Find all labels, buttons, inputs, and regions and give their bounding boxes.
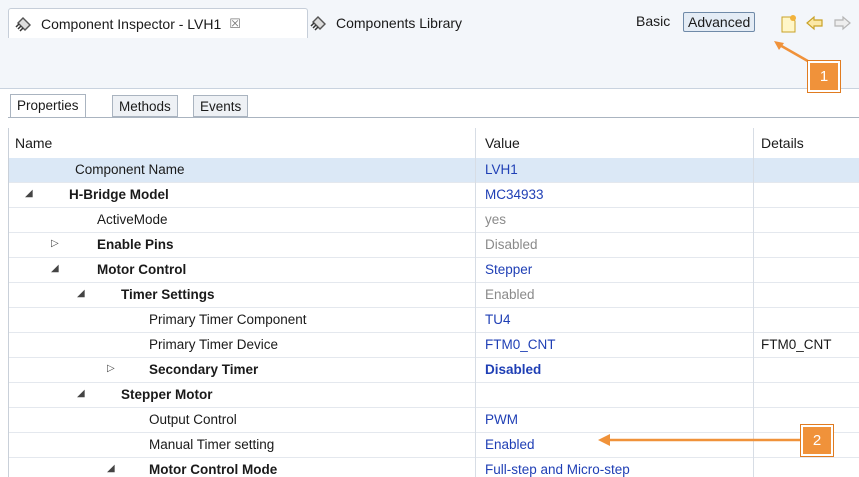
- collapse-icon[interactable]: ◢: [25, 188, 33, 199]
- collapse-icon[interactable]: ◢: [51, 263, 59, 274]
- collapse-icon[interactable]: ◢: [107, 463, 115, 474]
- property-name: Primary Timer Device: [149, 337, 279, 352]
- property-value[interactable]: Enabled: [485, 287, 535, 302]
- component-icon: [15, 16, 31, 32]
- property-name: Secondary Timer: [149, 362, 259, 377]
- property-name: ActiveMode: [97, 212, 168, 227]
- tab-component-inspector[interactable]: Component Inspector - LVH1 ☒: [8, 8, 308, 38]
- property-name: Enable Pins: [97, 237, 174, 252]
- table-row[interactable]: ◢ Timer Settings Enabled: [9, 283, 859, 308]
- new-file-icon[interactable]: [780, 14, 798, 34]
- property-name: Output Control: [149, 412, 237, 427]
- property-name: Primary Timer Component: [149, 312, 307, 327]
- property-name: Manual Timer setting: [149, 437, 275, 452]
- library-icon: [310, 16, 326, 31]
- property-value[interactable]: FTM0_CNT: [485, 337, 556, 352]
- view-tab-bar: Component Inspector - LVH1 ☒ Components …: [0, 0, 859, 92]
- property-value[interactable]: Disabled: [485, 237, 538, 252]
- property-value[interactable]: LVH1: [485, 162, 518, 177]
- table-header: Name Value Details: [9, 128, 859, 159]
- tab-methods[interactable]: Methods: [112, 95, 178, 117]
- property-name: Stepper Motor: [121, 387, 213, 402]
- table-row[interactable]: ▷ Enable Pins Disabled: [9, 233, 859, 258]
- property-value[interactable]: Disabled: [485, 362, 541, 377]
- property-name: H-Bridge Model: [69, 187, 169, 202]
- column-divider: [475, 128, 476, 477]
- property-value[interactable]: Stepper: [485, 262, 532, 277]
- table-row[interactable]: ◢ H-Bridge Model MC34933: [9, 183, 859, 208]
- property-value[interactable]: Full-step and Micro-step: [485, 462, 630, 477]
- property-name: Timer Settings: [121, 287, 215, 302]
- column-header-details[interactable]: Details: [761, 135, 804, 151]
- collapse-icon[interactable]: ◢: [77, 288, 85, 299]
- table-row[interactable]: Primary Timer Component TU4: [9, 308, 859, 333]
- column-header-name[interactable]: Name: [15, 135, 52, 151]
- callout-2-arrow: [598, 434, 801, 446]
- column-divider: [753, 128, 754, 477]
- table-row[interactable]: ActiveMode yes: [9, 208, 859, 233]
- property-value[interactable]: TU4: [485, 312, 511, 327]
- tab-label: Component Inspector - LVH1: [41, 15, 222, 32]
- table-row[interactable]: ◢ Motor Control Stepper: [9, 258, 859, 283]
- collapse-icon[interactable]: ◢: [77, 388, 85, 399]
- callout-2: 2: [801, 425, 833, 456]
- table-row[interactable]: Component Name LVH1: [9, 158, 859, 183]
- callout-1: 1: [808, 61, 840, 92]
- forward-arrow-icon[interactable]: [832, 14, 852, 32]
- property-value[interactable]: PWM: [485, 412, 518, 427]
- tab-divider: [8, 117, 859, 118]
- table-row[interactable]: Output Control PWM: [9, 408, 859, 433]
- back-arrow-icon[interactable]: [805, 14, 825, 32]
- column-header-value[interactable]: Value: [485, 135, 520, 151]
- table-row[interactable]: ◢ Motor Control Mode Full-step and Micro-s…: [9, 458, 859, 477]
- property-value[interactable]: Enabled: [485, 437, 535, 452]
- property-name: Motor Control Mode: [149, 462, 278, 477]
- advanced-mode-button[interactable]: Advanced: [683, 12, 756, 32]
- property-details: FTM0_CNT: [761, 337, 832, 352]
- table-row[interactable]: Primary Timer Device FTM0_CNT FTM0_CNT: [9, 333, 859, 358]
- property-value[interactable]: MC34933: [485, 187, 544, 202]
- table-row[interactable]: ▷ Secondary Timer Disabled: [9, 358, 859, 383]
- properties-table: Name Value Details Component Name LVH1 ◢ H-…: [8, 128, 859, 477]
- expand-icon[interactable]: ▷: [51, 238, 59, 249]
- expand-icon[interactable]: ▷: [107, 363, 115, 374]
- close-icon[interactable]: ☒: [229, 16, 241, 32]
- tab-components-library[interactable]: Components Library: [308, 8, 500, 38]
- tab-label: Components Library: [336, 15, 463, 31]
- property-value[interactable]: yes: [485, 212, 506, 227]
- tab-events[interactable]: Events: [193, 95, 249, 117]
- property-name: Motor Control: [97, 262, 187, 277]
- property-name: Component Name: [75, 162, 185, 177]
- table-row[interactable]: ◢ Stepper Motor: [9, 383, 859, 408]
- basic-mode-button[interactable]: Basic: [636, 13, 670, 29]
- tab-properties[interactable]: Properties: [10, 94, 86, 118]
